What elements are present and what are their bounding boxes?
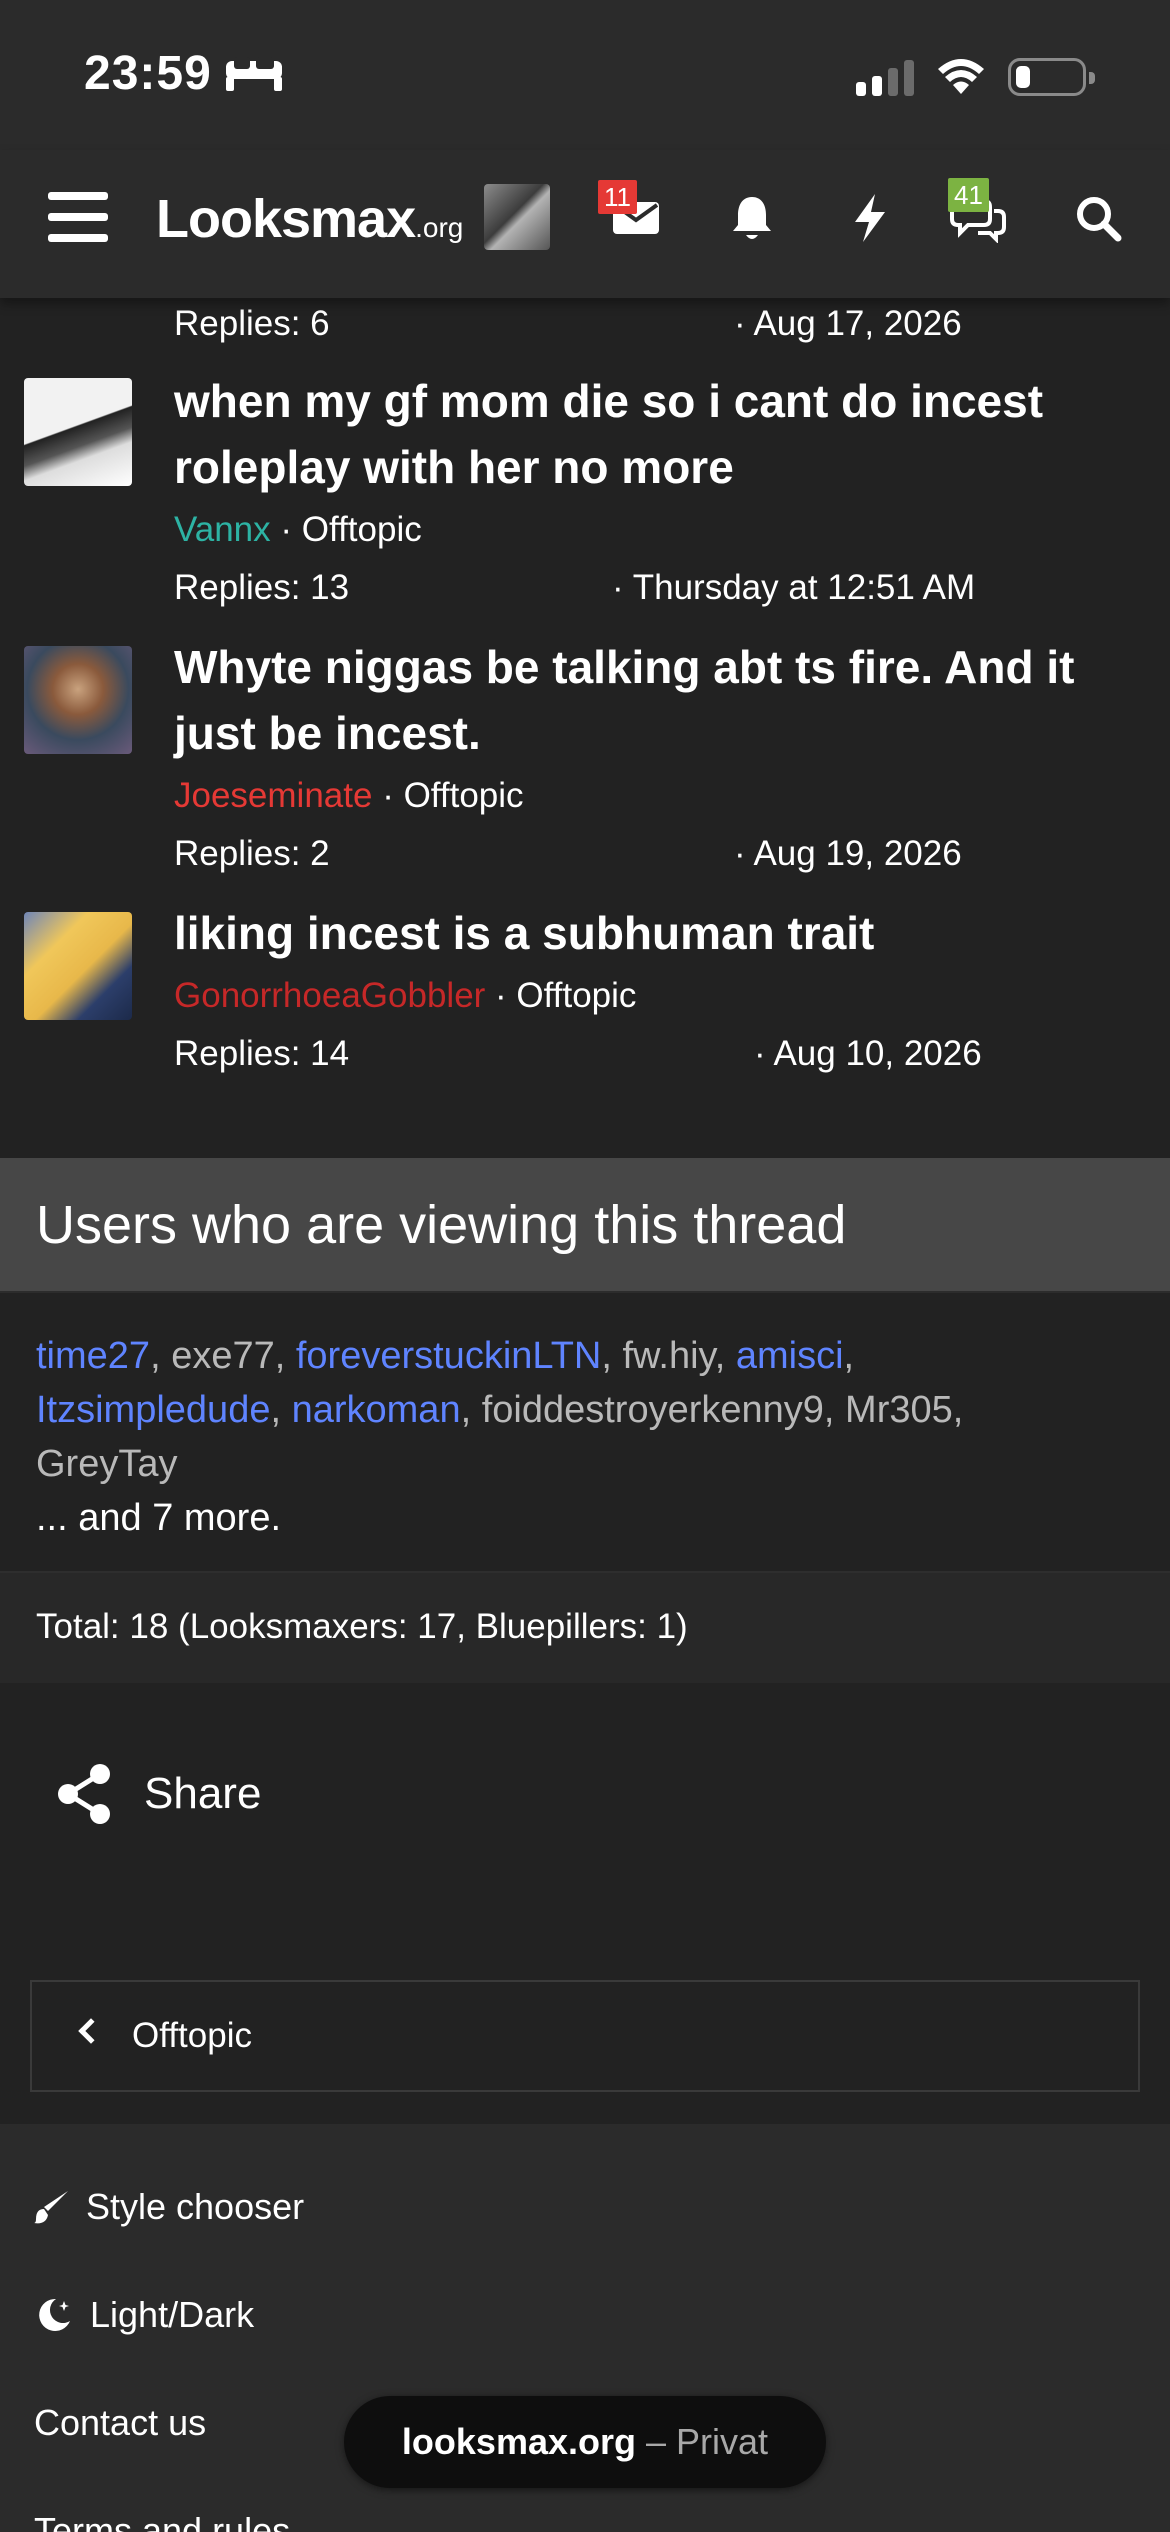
conversations-badge: 41 [948, 178, 989, 212]
terms-link[interactable]: Terms and rules [34, 2510, 290, 2532]
share-icon [58, 1764, 110, 1824]
paintbrush-icon [34, 2191, 68, 2224]
thread-date: · Aug 19, 2026 [734, 834, 962, 873]
wifi-icon [938, 59, 984, 94]
thread-author-link[interactable]: Vannx [174, 510, 271, 549]
style-chooser-link[interactable]: Style chooser [34, 2186, 304, 2228]
viewing-user-link[interactable]: foiddestroyerkenny9 [482, 1389, 824, 1431]
style-chooser-label: Style chooser [86, 2186, 305, 2227]
thread-author-avatar[interactable] [24, 646, 132, 754]
user-avatar[interactable] [484, 184, 550, 250]
light-dark-label: Light/Dark [90, 2294, 255, 2335]
alerts-button[interactable] [724, 190, 780, 246]
bed-icon [225, 56, 282, 91]
breadcrumb-back[interactable]: Offtopic [30, 1980, 1140, 2092]
status-bar: 23:59 [0, 0, 1170, 150]
lightning-icon [855, 194, 885, 242]
top-navbar: Looksmax.org 11 41 [0, 150, 1170, 298]
status-time: 23:59 [84, 46, 282, 101]
thread-forum[interactable]: · Offtopic [382, 776, 523, 815]
thread-replies: Replies: 6 [174, 304, 330, 343]
thread-author-avatar[interactable] [24, 912, 132, 1020]
thread-forum[interactable]: · Offtopic [495, 976, 636, 1015]
viewing-users-names: time27, exe77, foreverstuckinLTN, fw.hiy… [36, 1335, 964, 1539]
breadcrumb-back-label: Offtopic [132, 2016, 252, 2055]
cellular-signal-icon [856, 58, 914, 96]
thread-title[interactable]: when my gf mom die so i cant do incest r… [174, 368, 1134, 500]
whats-new-button[interactable] [842, 190, 898, 246]
viewing-user-link[interactable]: amisci [736, 1335, 844, 1377]
thread-meta: Joeseminate · Offtopic [174, 776, 524, 816]
thread-date: · Thursday at 12:51 AM [612, 568, 976, 607]
thread-title[interactable]: Whyte niggas be talking abt ts fire. And… [174, 634, 1134, 766]
thread-meta: Vannx · Offtopic [174, 510, 422, 550]
thread-forum[interactable]: · Offtopic [280, 510, 421, 549]
bell-icon [733, 197, 771, 239]
viewing-users-header: Users who are viewing this thread [0, 1158, 1170, 1293]
thread-date: · Aug 10, 2026 [754, 1034, 982, 1073]
viewing-total-text: Total: 18 (Looksmaxers: 17, Bluepillers:… [36, 1607, 688, 1646]
address-bar[interactable]: looksmax.org – Privat [344, 2396, 826, 2488]
search-button[interactable] [1070, 190, 1126, 246]
moon-stars-icon [39, 2298, 70, 2331]
battery-icon [1008, 58, 1095, 96]
viewing-user-link[interactable]: time27 [36, 1335, 150, 1377]
viewing-users-more: ... and 7 more. [36, 1497, 282, 1539]
thread-author-link[interactable]: GonorrhoeaGobbler [174, 976, 485, 1015]
viewing-user-link[interactable]: Itzsimpledude [36, 1389, 270, 1431]
inbox-button[interactable]: 11 [598, 180, 664, 246]
viewing-user-link[interactable]: GreyTay [36, 1443, 177, 1485]
viewing-users-total: Total: 18 (Looksmaxers: 17, Bluepillers:… [0, 1573, 1170, 1683]
share-button[interactable]: Share [56, 1762, 261, 1826]
thread-replies: Replies: 14 [174, 1034, 350, 1073]
viewing-user-link[interactable]: Mr305 [845, 1389, 953, 1431]
viewing-users-list: time27, exe77, foreverstuckinLTN, fw.hiy… [0, 1293, 1170, 1573]
viewing-users-heading: Users who are viewing this thread [36, 1195, 847, 1255]
contact-us-label: Contact us [34, 2402, 207, 2443]
thread-author-avatar[interactable] [24, 378, 132, 486]
private-mode-label: Privat [676, 2421, 769, 2462]
similar-threads-list: Replies: 6 · Aug 17, 2026 when my gf mom… [0, 298, 1170, 1158]
chevron-left-icon [78, 2018, 104, 2044]
terms-label: Terms and rules [34, 2510, 291, 2532]
address-host: looksmax.org [401, 2421, 636, 2462]
logo-main: Looksmax [156, 189, 416, 249]
inbox-badge: 11 [598, 180, 637, 214]
viewing-user-link[interactable]: narkoman [292, 1389, 461, 1431]
site-logo[interactable]: Looksmax.org [156, 188, 463, 250]
thread-author-link[interactable]: Joeseminate [174, 776, 372, 815]
viewing-user-link[interactable]: fw.hiy [623, 1335, 715, 1377]
conversations-button[interactable]: 41 [948, 178, 1006, 246]
thread-meta: GonorrhoeaGobbler · Offtopic [174, 976, 636, 1016]
thread-title[interactable]: liking incest is a subhuman trait [174, 900, 1134, 966]
address-separator: – [646, 2421, 667, 2462]
share-label: Share [144, 1769, 262, 1818]
viewing-user-link[interactable]: exe77 [171, 1335, 275, 1377]
thread-replies: Replies: 2 [174, 834, 330, 873]
search-icon [1077, 197, 1122, 242]
thread-date: · Aug 17, 2026 [734, 304, 962, 343]
hamburger-menu-icon[interactable] [48, 192, 108, 242]
contact-us-link[interactable]: Contact us [34, 2402, 206, 2444]
viewing-user-link[interactable]: foreverstuckinLTN [296, 1335, 602, 1377]
clock: 23:59 [84, 47, 212, 100]
light-dark-toggle[interactable]: Light/Dark [34, 2294, 254, 2336]
thread-replies: Replies: 13 [174, 568, 350, 607]
logo-suffix: .org [415, 212, 464, 243]
